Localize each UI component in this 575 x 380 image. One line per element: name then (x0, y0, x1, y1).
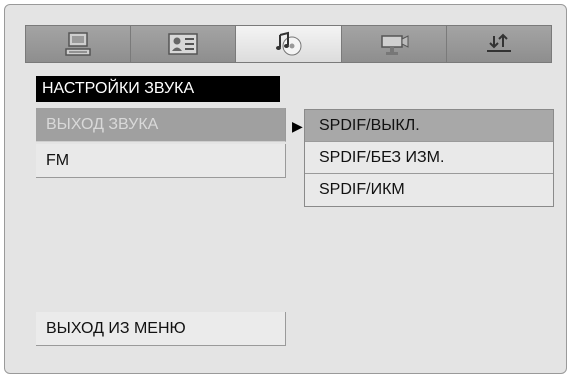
tab-video[interactable] (341, 26, 447, 62)
camcorder-icon (380, 35, 409, 55)
submenu-spdif: SPDIF/ВЫКЛ. SPDIF/БЕЗ ИЗМ. SPDIF/ИКМ (304, 109, 554, 207)
tab-preferences[interactable] (446, 26, 552, 62)
option-spdif-raw[interactable]: SPDIF/БЕЗ ИЗМ. (305, 142, 553, 174)
exit-menu-button[interactable]: ВЫХОД ИЗ МЕНЮ (36, 312, 286, 346)
menu-item-fm[interactable]: FM (36, 144, 286, 178)
tab-audio[interactable] (236, 26, 342, 62)
music-note-disc-icon (275, 31, 301, 56)
tab-bar (25, 25, 552, 63)
up-down-arrows-icon (486, 33, 511, 52)
computer-icon (65, 32, 91, 56)
option-spdif-pcm[interactable]: SPDIF/ИКМ (305, 174, 553, 206)
submenu-pointer-icon: ▶ (292, 118, 303, 134)
id-card-icon (168, 33, 199, 55)
tab-general[interactable] (26, 26, 132, 62)
option-spdif-off[interactable]: SPDIF/ВЫКЛ. (305, 110, 553, 142)
menu-item-audio-output[interactable]: ВЫХОД ЗВУКА (36, 108, 286, 142)
tab-language[interactable] (131, 26, 237, 62)
menu-title: НАСТРОЙКИ ЗВУКА (36, 76, 280, 102)
